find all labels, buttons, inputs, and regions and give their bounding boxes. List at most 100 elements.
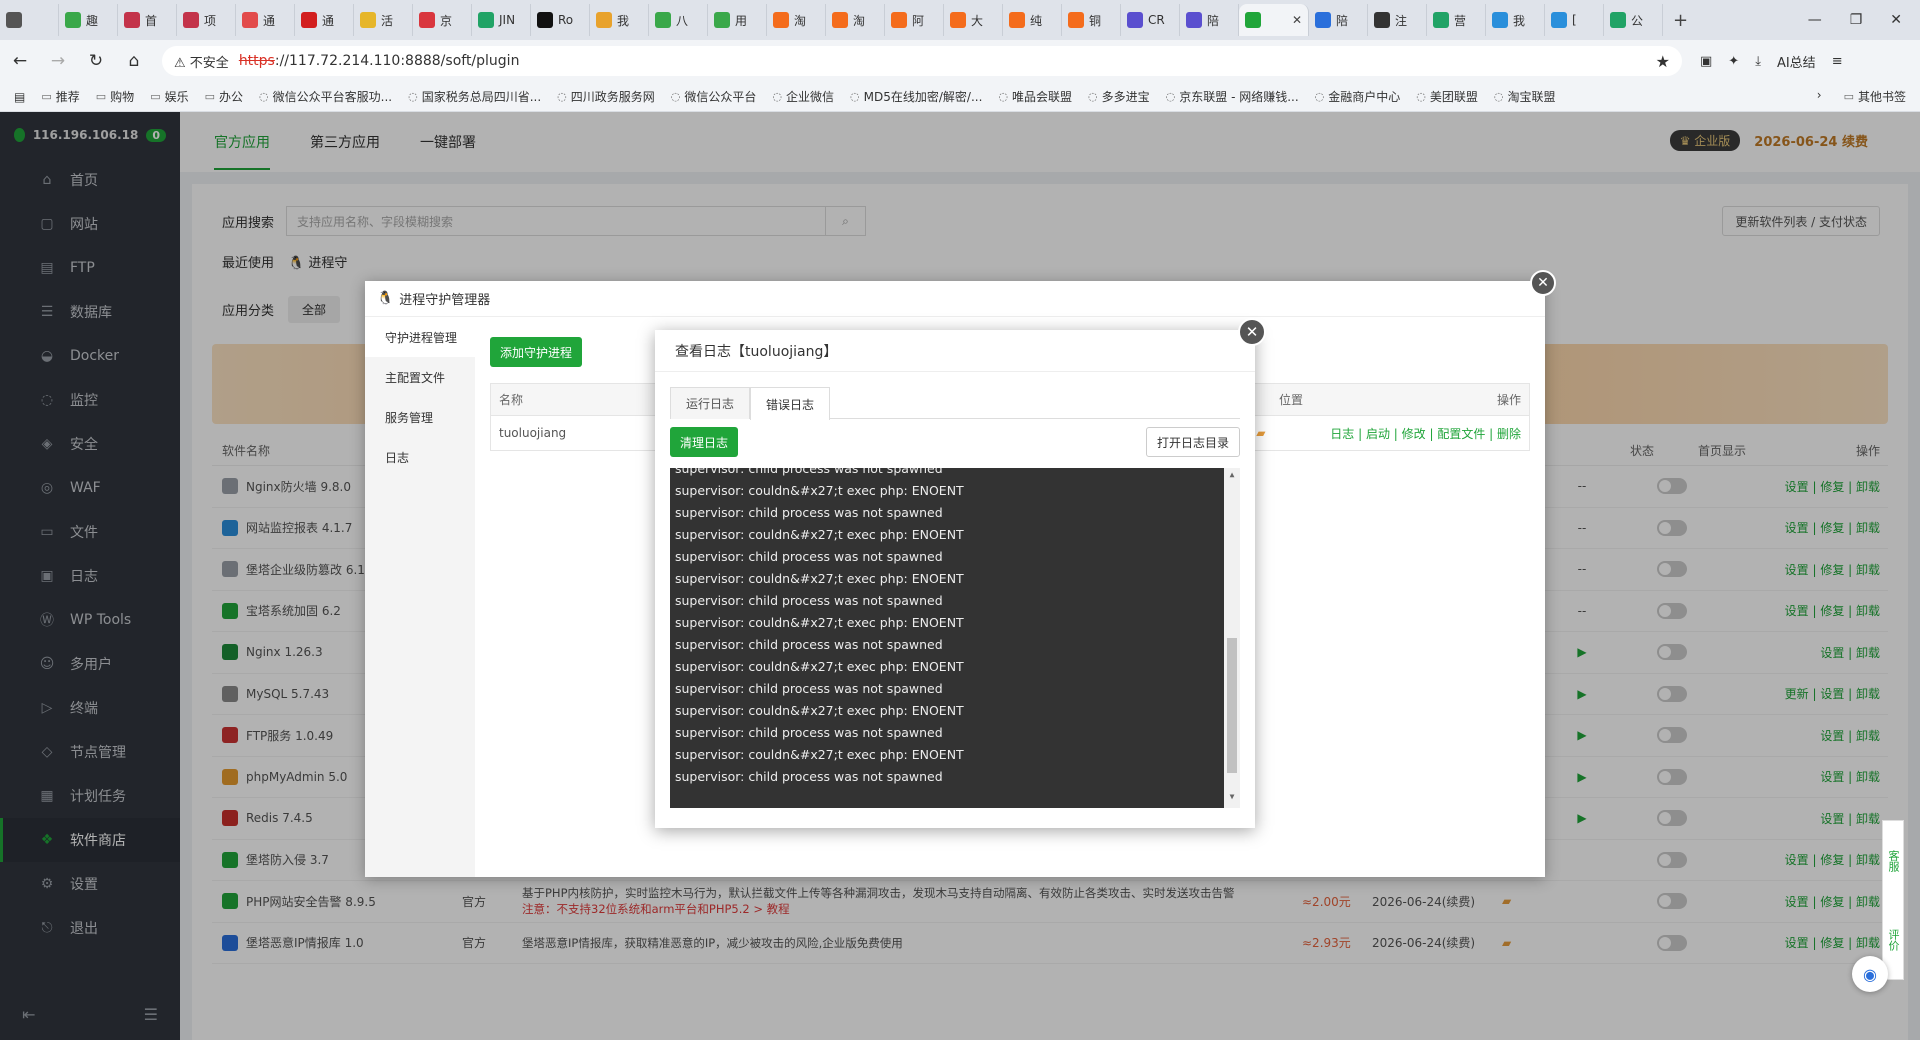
bookmark-item[interactable]: ◌ 淘宝联盟 (1494, 88, 1556, 105)
close-tab-icon[interactable]: ✕ (1292, 13, 1302, 27)
browser-tab[interactable]: 陪 (1180, 4, 1239, 36)
tab-favicon-icon (1374, 12, 1390, 28)
menu-main-config[interactable]: 主配置文件 (365, 357, 475, 397)
menu-service-manage[interactable]: 服务管理 (365, 397, 475, 437)
browser-tab[interactable]: 淘 (767, 4, 826, 36)
globe-icon: ◌ (259, 90, 269, 103)
browser-tab[interactable]: 趣 (59, 4, 118, 36)
close-supervisor-modal-icon[interactable]: ✕ (1530, 270, 1556, 296)
bookmark-star-icon[interactable]: ★ (1656, 52, 1670, 71)
browser-tab[interactable]: 铜 (1062, 4, 1121, 36)
browser-tab[interactable]: 通 (236, 4, 295, 36)
bookmark-item[interactable]: ▭ 推荐 (41, 88, 79, 105)
reading-list-icon[interactable]: ▤ (14, 90, 25, 104)
scroll-down-icon[interactable]: ▼ (1224, 790, 1240, 804)
menu-log[interactable]: 日志 (365, 437, 475, 477)
log-line: supervisor: couldn&#x27;t exec php: ENOE… (675, 703, 964, 718)
bookmark-item[interactable]: ◌ 微信公众平台 (671, 88, 757, 105)
url-field[interactable]: ⚠ 不安全 https ://117.72.214.110:8888/soft/… (162, 46, 1682, 76)
browser-tab[interactable]: 大 (944, 4, 1003, 36)
bookmark-item[interactable]: ◌ 微信公众平台客服功... (259, 88, 392, 105)
ai-summary-button[interactable]: AI总结 (1777, 52, 1816, 71)
puzzle-icon[interactable]: ✦ (1728, 54, 1739, 69)
menu-icon[interactable]: ≡ (1832, 54, 1843, 69)
bookmark-item[interactable]: ◌ 多多进宝 (1088, 88, 1150, 105)
bookmark-item[interactable]: ◌ 国家税务总局四川省... (408, 88, 541, 105)
extension-icon[interactable]: ▣ (1700, 54, 1712, 69)
bookmark-item[interactable]: ◌ 四川政务服务网 (557, 88, 655, 105)
globe-icon: ◌ (1314, 90, 1325, 103)
browser-tab[interactable]: Ro (531, 4, 590, 36)
bookmark-item[interactable]: ▭ 购物 (96, 88, 134, 105)
browser-tab[interactable]: 首 (118, 4, 177, 36)
browser-tab[interactable]: 我 (1486, 4, 1545, 36)
browser-tab[interactable]: 用 (708, 4, 767, 36)
tab-favicon-icon (183, 12, 199, 28)
browser-tab[interactable]: 营 (1427, 4, 1486, 36)
customer-service-link[interactable]: 客服 (1885, 850, 1901, 872)
open-log-dir-button[interactable]: 打开日志目录 (1145, 427, 1240, 457)
download-icon[interactable]: ⤓ (1755, 54, 1761, 69)
close-log-modal-icon[interactable]: ✕ (1238, 318, 1266, 346)
tab-title: 铜 (1089, 13, 1102, 28)
browser-tab[interactable]: 淘 (826, 4, 885, 36)
bookmark-item[interactable]: ◌ MD5在线加密/解密/... (850, 88, 982, 105)
scroll-thumb[interactable] (1227, 638, 1237, 773)
add-daemon-button[interactable]: 添加守护进程 (490, 337, 583, 367)
forward-icon[interactable]: → (48, 51, 68, 71)
browser-tab[interactable]: CR (1121, 4, 1180, 36)
browser-tab[interactable]: 八 (649, 4, 708, 36)
browser-tab[interactable]: 纯 (1003, 4, 1062, 36)
bookmark-item[interactable]: ◌ 唯品会联盟 (998, 88, 1072, 105)
folder-icon: ▭ (95, 90, 107, 103)
browser-tab[interactable]: 陪 (1309, 4, 1368, 36)
minimize-icon[interactable]: — (1808, 12, 1822, 28)
tab-favicon-icon (950, 12, 966, 28)
bookmark-item[interactable]: ◌ 京东联盟 - 网络赚钱... (1166, 88, 1299, 105)
log-scrollbar[interactable]: ▲ ▼ (1224, 468, 1240, 808)
browser-tab[interactable]: 注 (1368, 4, 1427, 36)
browser-tab[interactable]: 我 (590, 4, 649, 36)
browser-tab[interactable]: 京 (413, 4, 472, 36)
browser-tab[interactable]: [ (1545, 4, 1604, 36)
tab-favicon-icon (537, 12, 553, 28)
other-bookmarks[interactable]: ▭ 其他书签 (1844, 88, 1906, 105)
daemon-row-ops[interactable]: 日志 | 启动 | 修改 | 配置文件 | 删除 (1330, 425, 1521, 442)
bookmark-item[interactable]: ◌ 金融商户中心 (1315, 88, 1401, 105)
new-tab-icon[interactable]: + (1663, 10, 1698, 31)
chevron-right-icon[interactable]: › (1817, 88, 1822, 105)
globe-icon: ◌ (772, 90, 783, 103)
browser-tab[interactable] (0, 4, 59, 36)
browser-tab[interactable]: 项 (177, 4, 236, 36)
close-window-icon[interactable]: ✕ (1890, 12, 1902, 28)
folder-icon[interactable]: ▰ (1256, 426, 1265, 440)
tab-error-log[interactable]: 错误日志 (750, 387, 831, 420)
bookmark-item[interactable]: ◌ 美团联盟 (1416, 88, 1478, 105)
bookmark-item[interactable]: ▭ 办公 (205, 88, 243, 105)
help-bubble-icon[interactable]: ◉ (1852, 956, 1888, 992)
log-actions: 清理日志 打开日志目录 (670, 427, 1240, 457)
clear-log-button[interactable]: 清理日志 (670, 427, 739, 457)
scroll-up-icon[interactable]: ▲ (1224, 468, 1240, 482)
menu-daemon-manage[interactable]: 守护进程管理 (365, 317, 475, 357)
browser-tab[interactable]: 阿 (885, 4, 944, 36)
restore-icon[interactable]: ❐ (1850, 12, 1863, 28)
back-icon[interactable]: ← (10, 51, 30, 71)
bookmark-item[interactable]: ▭ 娱乐 (150, 88, 188, 105)
bookmark-item[interactable]: ◌ 企业微信 (772, 88, 834, 105)
log-line: supervisor: couldn&#x27;t exec php: ENOE… (675, 571, 964, 586)
browser-tab[interactable]: JIN (472, 4, 531, 36)
browser-tab[interactable]: 通 (295, 4, 354, 36)
feedback-link[interactable]: 评价 (1885, 929, 1901, 951)
tab-title: 大 (971, 13, 984, 28)
log-output[interactable]: supervisor: child process was not spawne… (670, 468, 1240, 808)
reload-icon[interactable]: ↻ (86, 51, 106, 71)
browser-tab[interactable]: 公 (1604, 4, 1663, 36)
insecure-warning[interactable]: ⚠ 不安全 (174, 52, 229, 71)
browser-tab[interactable]: 活 (354, 4, 413, 36)
service-float[interactable]: 客服 评价 (1882, 820, 1904, 980)
home-browser-icon[interactable]: ⌂ (124, 51, 144, 71)
log-line: supervisor: couldn&#x27;t exec php: ENOE… (675, 615, 964, 630)
browser-tab[interactable]: ✕ (1239, 4, 1309, 36)
tab-run-log[interactable]: 运行日志 (670, 387, 751, 419)
